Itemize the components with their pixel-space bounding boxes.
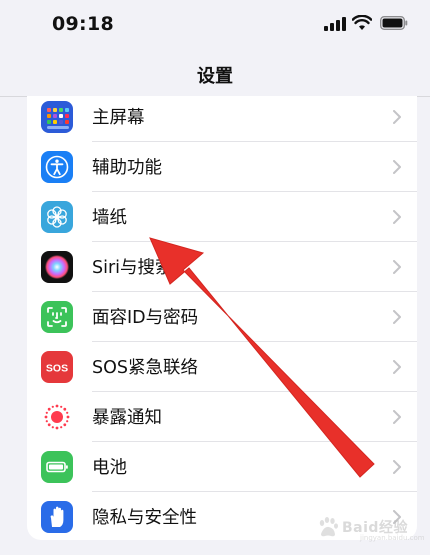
- settings-row-label: 隐私与安全性: [92, 508, 197, 528]
- status-bar: 09:18: [0, 0, 430, 50]
- chevron-right-icon: [393, 260, 401, 274]
- accessibility-icon: [41, 151, 73, 183]
- settings-row-label: 面容ID与密码: [92, 308, 199, 328]
- exposure-notification-icon: [41, 401, 73, 433]
- chevron-right-icon: [393, 460, 401, 474]
- battery-status-icon: [380, 16, 408, 30]
- battery-icon: [41, 451, 73, 483]
- settings-row-wallpaper[interactable]: 墙纸: [27, 192, 417, 242]
- page-title: 设置: [197, 66, 233, 87]
- wifi-icon: [352, 15, 372, 30]
- navigation-bar: 设置: [0, 50, 430, 97]
- settings-row-label: 主屏幕: [92, 108, 145, 128]
- settings-row-exposure-notifications[interactable]: 暴露通知: [27, 392, 417, 442]
- siri-icon: [41, 251, 73, 283]
- settings-row-label: Siri与搜索: [92, 258, 173, 278]
- chevron-right-icon: [393, 310, 401, 324]
- settings-row-battery[interactable]: 电池: [27, 442, 417, 492]
- chevron-right-icon: [393, 110, 401, 124]
- settings-row-siri[interactable]: Siri与搜索: [27, 242, 417, 292]
- settings-row-emergency-sos[interactable]: SOS SOS紧急联络: [27, 342, 417, 392]
- settings-row-label: SOS紧急联络: [92, 358, 198, 378]
- chevron-right-icon: [393, 410, 401, 424]
- chevron-right-icon: [393, 360, 401, 374]
- baidu-jingyan-watermark: Baid经验 jingyan.baidu.com: [312, 510, 425, 544]
- paw-logo-icon: [319, 517, 338, 537]
- settings-row-home-screen[interactable]: 主屏幕: [27, 96, 417, 142]
- chevron-right-icon: [393, 160, 401, 174]
- status-time: 09:18: [52, 13, 114, 35]
- settings-list: 主屏幕 辅助功能 墙纸 Siri与搜索 面容ID与密码 SOS SOS紧急联络 …: [27, 96, 417, 540]
- sos-icon: SOS: [41, 351, 73, 383]
- watermark-subtext: jingyan.baidu.com: [360, 534, 425, 542]
- home-screen-icon: [41, 101, 73, 133]
- face-id-icon: [41, 301, 73, 333]
- svg-text:SOS: SOS: [46, 363, 68, 375]
- settings-row-label: 辅助功能: [92, 158, 162, 178]
- settings-row-accessibility[interactable]: 辅助功能: [27, 142, 417, 192]
- chevron-right-icon: [393, 210, 401, 224]
- settings-row-label: 墙纸: [92, 208, 127, 228]
- settings-row-label: 电池: [92, 458, 127, 478]
- cellular-signal-icon: [324, 17, 346, 31]
- wallpaper-icon: [41, 201, 73, 233]
- privacy-hand-icon: [41, 501, 73, 533]
- settings-row-label: 暴露通知: [92, 408, 162, 428]
- settings-row-face-id[interactable]: 面容ID与密码: [27, 292, 417, 342]
